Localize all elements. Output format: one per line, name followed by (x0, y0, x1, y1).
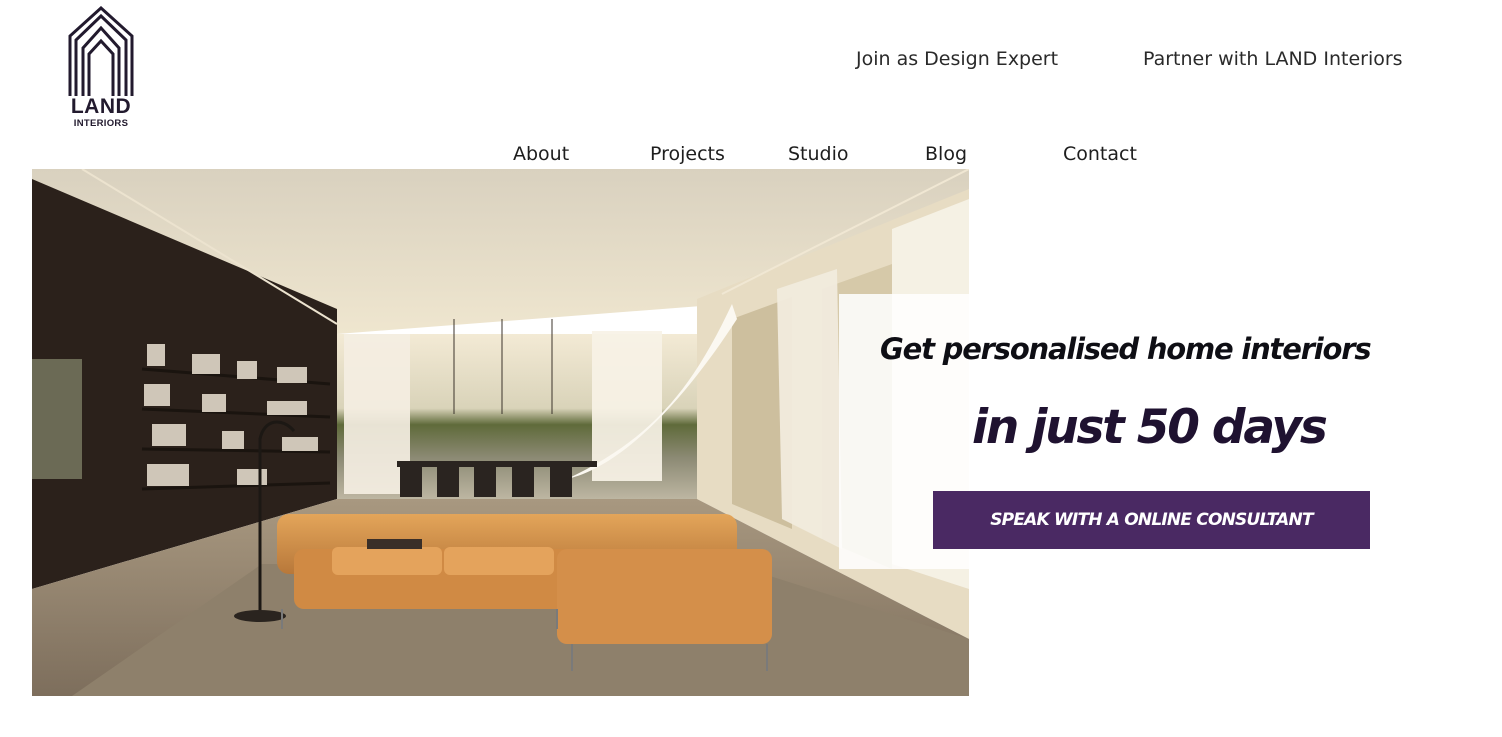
nav-contact[interactable]: Contact (1063, 143, 1137, 165)
brand-logo[interactable]: LAND INTERIORS (66, 6, 136, 132)
logo-wordmark: LAND INTERIORS (66, 96, 136, 130)
logo-name: LAND (70, 95, 132, 118)
join-design-expert-link[interactable]: Join as Design Expert (856, 48, 1058, 70)
house-logo-icon (68, 6, 134, 96)
nav-projects[interactable]: Projects (650, 143, 725, 165)
partner-link[interactable]: Partner with LAND Interiors (1143, 48, 1403, 70)
living-room-illustration (32, 169, 969, 696)
hero-headline: Get personalised home interiors (880, 332, 1372, 366)
nav-studio[interactable]: Studio (788, 143, 849, 165)
logo-subname: INTERIORS (73, 118, 129, 129)
hero-image (32, 169, 969, 696)
hero-subheadline: in just 50 days (972, 400, 1328, 455)
nav-blog[interactable]: Blog (925, 143, 967, 165)
nav-about[interactable]: About (513, 143, 569, 165)
speak-with-consultant-button[interactable]: SPEAK WITH A ONLINE CONSULTANT (933, 491, 1370, 549)
